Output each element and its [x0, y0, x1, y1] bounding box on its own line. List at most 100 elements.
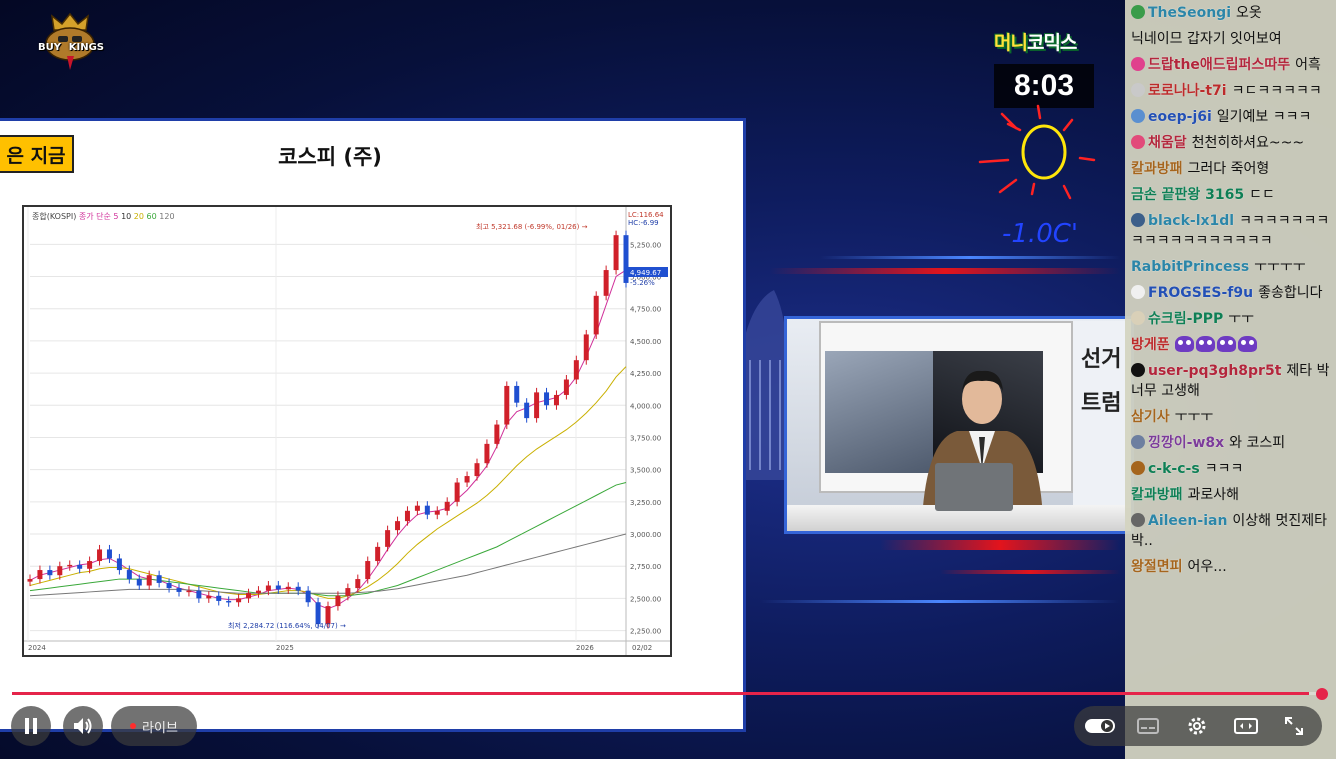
chat-username[interactable]: black-lx1dl — [1148, 213, 1234, 229]
bg-streak — [760, 600, 1120, 603]
candle-body — [404, 510, 410, 522]
live-chat-panel[interactable]: TheSeongi 오옷닉네이므 갑자기 잇어보여드랍the애드립퍼스따뚜 어흑로로… — [1125, 0, 1336, 759]
logo-text-left: BUY — [38, 42, 61, 53]
chat-username[interactable]: 로로나나-t7i — [1148, 83, 1227, 99]
avatar-icon[interactable] — [1131, 285, 1145, 299]
emote-icon — [1195, 336, 1215, 352]
candle-body — [126, 570, 132, 580]
candle-body — [514, 385, 520, 403]
candle-body — [236, 598, 242, 603]
avatar-icon[interactable] — [1131, 363, 1145, 377]
candle-body — [414, 505, 420, 511]
chat-username[interactable]: 왕절면피 — [1131, 559, 1183, 575]
bg-streak — [940, 570, 1120, 574]
pause-button[interactable] — [11, 706, 51, 746]
candle-body — [37, 570, 43, 580]
emote-icon — [1174, 336, 1194, 352]
chat-message: 드랍the애드립퍼스따뚜 어흑 — [1125, 52, 1336, 78]
chat-username[interactable]: c-k-c-s — [1148, 461, 1200, 477]
chart-svg: 5,250.005,000.004,750.004,500.004,250.00… — [24, 207, 670, 655]
volume-button[interactable] — [63, 706, 103, 746]
logo-text-right: KINGS — [68, 42, 104, 53]
chat-username[interactable]: eoep-j6i — [1148, 109, 1212, 125]
chat-username[interactable]: 슈크림-PPP — [1148, 311, 1223, 327]
candle-body — [474, 463, 480, 477]
chat-username[interactable]: TheSeongi — [1148, 5, 1231, 21]
side-text-1: 선거 — [1081, 347, 1122, 372]
chat-username[interactable]: 칼과방패 — [1131, 161, 1183, 177]
chat-username[interactable]: 금손 끝판왕 3165 — [1131, 187, 1244, 203]
candle-body — [385, 530, 391, 547]
chat-message: TheSeongi 오옷 — [1125, 0, 1336, 26]
chat-text: 어우... — [1187, 559, 1227, 575]
chat-username[interactable]: RabbitPrincess — [1131, 259, 1249, 275]
right-controls — [1074, 706, 1322, 746]
candle-body — [166, 582, 172, 589]
x-tick-label: 2026 — [576, 644, 594, 652]
chat-username[interactable]: 삼기사 — [1131, 409, 1170, 425]
candle-body — [206, 595, 212, 599]
chat-text: 어흑 — [1295, 57, 1321, 73]
chat-text: ㅋㄷㅋㅋㅋㅋㅋ — [1231, 83, 1322, 99]
avatar-icon[interactable] — [1131, 109, 1145, 123]
chat-text: ㅜㅜㅜㅜ — [1254, 259, 1306, 275]
bg-streak — [820, 256, 1120, 259]
candle-body — [464, 476, 470, 483]
progress-scrubber[interactable] — [1316, 688, 1328, 700]
logo-text: BUY KINGS — [38, 42, 104, 53]
avatar-icon[interactable] — [1131, 213, 1145, 227]
chat-username[interactable]: FROGSES-f9u — [1148, 285, 1253, 301]
candle-body — [603, 270, 609, 296]
chat-message: 금손 끝판왕 3165 ㄷㄷ — [1125, 182, 1336, 208]
candle-body — [216, 595, 222, 601]
avatar-icon[interactable] — [1131, 513, 1145, 527]
fullscreen-button[interactable] — [1278, 710, 1310, 742]
y-tick-label: 2,500.00 — [630, 595, 661, 603]
candle-body — [295, 586, 301, 591]
video-player[interactable]: BUY KINGS 머니코믹스 8:03 -1.0C' 은 지금 코스피 (주)… — [0, 0, 1336, 759]
chat-message: 슈크림-PPP ㅜㅜ — [1125, 306, 1336, 332]
bg-streak — [770, 268, 1120, 274]
low-note: 최저 2,284.72 (116.64%, 04/07) → — [228, 621, 346, 630]
autoplay-toggle[interactable] — [1084, 710, 1116, 742]
chat-username[interactable]: 낑깡이-w8x — [1148, 435, 1224, 451]
subtitles-button[interactable] — [1132, 710, 1164, 742]
candle-body — [87, 561, 93, 569]
x-tick-label: 02/02 — [632, 644, 652, 652]
avatar-icon[interactable] — [1131, 311, 1145, 325]
chat-username[interactable]: 채움달 — [1148, 135, 1187, 151]
avatar-icon[interactable] — [1131, 83, 1145, 97]
theater-mode-button[interactable] — [1230, 710, 1262, 742]
avatar-icon[interactable] — [1131, 461, 1145, 475]
chat-username[interactable]: Aileen-ian — [1148, 513, 1227, 529]
kospi-chart: 종합(KOSPI) 종가 단순 5 10 20 60 120 5,250.00 5… — [22, 205, 672, 657]
y-tick-label: 2,750.00 — [630, 563, 661, 571]
live-badge[interactable]: 라이브 — [111, 706, 197, 746]
candle-body — [544, 392, 550, 406]
chat-text: 천천히하셔요~~~ — [1191, 135, 1305, 151]
candle-body — [77, 564, 83, 569]
candle-body — [524, 402, 530, 419]
chat-text: 닉네이므 갑자기 잇어보여 — [1131, 31, 1282, 47]
candle-body — [365, 561, 371, 580]
chat-username[interactable]: 칼과방패 — [1131, 487, 1183, 503]
high-note: 최고 5,321.68 (-6.99%, 01/26) → — [476, 222, 588, 231]
avatar-icon[interactable] — [1131, 5, 1145, 19]
bg-streak — [880, 540, 1120, 550]
chat-text: 일기예보 ㅋㅋㅋ — [1216, 109, 1312, 125]
chat-message: 왕절면피 어우... — [1125, 554, 1336, 580]
avatar-icon[interactable] — [1131, 57, 1145, 71]
chat-username[interactable]: user-pq3gh8pr5t — [1148, 363, 1281, 379]
chat-message: 칼과방패 그러다 죽어형 — [1125, 156, 1336, 182]
candle-body — [345, 588, 351, 596]
candle-body — [275, 585, 281, 590]
settings-button[interactable] — [1181, 710, 1213, 742]
candle-body — [196, 590, 202, 599]
theater-icon — [1234, 718, 1258, 734]
avatar-icon[interactable] — [1131, 435, 1145, 449]
chat-username[interactable]: 드랍the애드립퍼스따뚜 — [1148, 57, 1290, 73]
progress-bar[interactable] — [12, 692, 1322, 695]
candle-body — [285, 586, 291, 590]
chat-username[interactable]: 방게푼 — [1131, 337, 1170, 353]
avatar-icon[interactable] — [1131, 135, 1145, 149]
